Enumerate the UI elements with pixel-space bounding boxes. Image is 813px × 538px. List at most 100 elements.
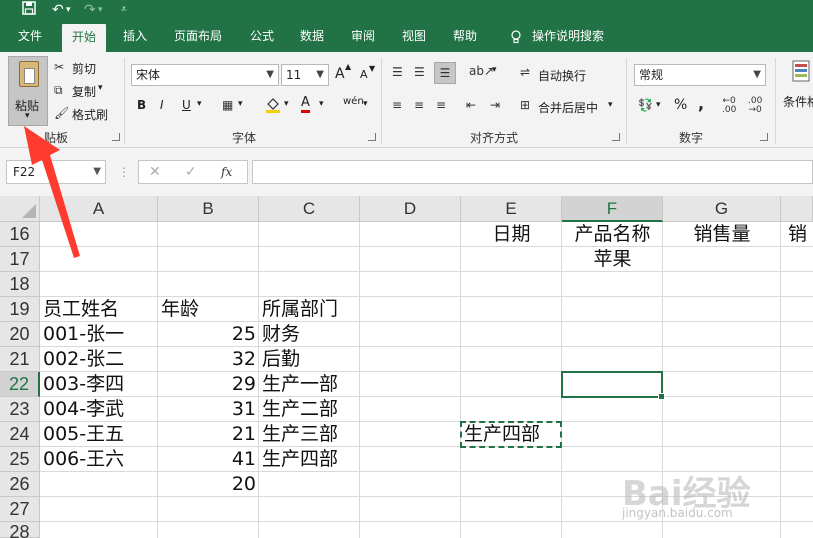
column-header-c[interactable]: C — [259, 196, 360, 222]
clipboard-launcher-icon[interactable] — [112, 133, 120, 141]
cell-c25[interactable]: 生产四部 — [259, 447, 360, 472]
percent-button[interactable]: % — [674, 97, 687, 113]
underline-dropdown-icon[interactable]: ▾ — [197, 99, 202, 109]
font-name-select[interactable]: 宋体 ▼ — [131, 64, 279, 86]
font-size-select[interactable]: 11 ▼ — [281, 64, 329, 86]
cell-c19[interactable]: 所属部门 — [259, 297, 360, 322]
align-center-icon[interactable]: ≡ — [414, 97, 424, 113]
tab-insert[interactable]: 插入 — [113, 20, 157, 52]
border-icon[interactable]: ▦ — [222, 97, 233, 113]
tab-home[interactable]: 开始 — [62, 24, 107, 52]
align-left-icon[interactable]: ≡ — [392, 97, 402, 113]
formula-input[interactable] — [252, 160, 813, 184]
tab-view[interactable]: 视图 — [392, 20, 436, 52]
cell-a24[interactable]: 005-王五 — [40, 422, 158, 447]
undo-icon[interactable]: ↶ — [52, 1, 64, 19]
paste-dropdown-icon[interactable]: ▾ — [25, 111, 30, 121]
increase-indent-icon[interactable]: ⇥ — [490, 97, 500, 113]
tab-formulas[interactable]: 公式 — [240, 20, 284, 52]
merge-center-button[interactable]: 合并后居中 — [538, 99, 598, 116]
column-header-f[interactable]: F — [562, 196, 663, 222]
copy-icon[interactable]: ⧉ — [54, 82, 63, 98]
grow-font-button[interactable]: A — [335, 66, 345, 82]
worksheet-grid[interactable]: A B C D E F G 16 17 18 19 20 21 22 23 24… — [0, 196, 813, 538]
font-launcher-icon[interactable] — [368, 133, 376, 141]
conditional-formatting-icon[interactable] — [792, 60, 810, 86]
phonetic-button[interactable]: wén — [343, 96, 364, 107]
row-header-17[interactable]: 17 — [0, 247, 40, 272]
cancel-icon[interactable]: ✕ — [149, 164, 161, 180]
cell-f16[interactable]: 产品名称 — [562, 222, 663, 247]
cell-c22[interactable]: 生产一部 — [259, 372, 360, 397]
row-header-18[interactable]: 18 — [0, 272, 40, 297]
cell-c24[interactable]: 生产三部 — [259, 422, 360, 447]
row-header-22[interactable]: 22 — [0, 372, 40, 397]
tell-me-search[interactable]: 操作说明搜索 — [522, 20, 614, 52]
align-middle-icon[interactable]: ☰ — [414, 64, 425, 80]
merge-dropdown-icon[interactable]: ▾ — [608, 100, 613, 110]
copy-button[interactable]: 复制 — [72, 83, 96, 100]
row-header-19[interactable]: 19 — [0, 297, 40, 322]
row-header-25[interactable]: 25 — [0, 447, 40, 472]
paste-button[interactable]: 粘贴 ▾ — [8, 56, 48, 126]
column-header-h[interactable] — [781, 196, 813, 222]
undo-dropdown-icon[interactable]: ▾ — [66, 1, 71, 19]
font-color-dropdown-icon[interactable]: ▾ — [319, 99, 324, 109]
column-header-g[interactable]: G — [663, 196, 781, 222]
insert-function-icon[interactable]: fx — [221, 164, 232, 180]
copy-dropdown-icon[interactable]: ▾ — [98, 83, 103, 93]
currency-dropdown-icon[interactable]: ▾ — [656, 100, 661, 110]
border-dropdown-icon[interactable]: ▾ — [238, 99, 243, 109]
decrease-indent-icon[interactable]: ⇤ — [466, 97, 476, 113]
redo-icon[interactable]: ↷ — [84, 1, 96, 19]
cell-b21[interactable]: 32 — [158, 347, 259, 372]
cell-h16[interactable]: 销 — [785, 222, 813, 247]
phonetic-dropdown-icon[interactable]: ▾ — [363, 99, 368, 109]
tab-data[interactable]: 数据 — [290, 20, 334, 52]
cell-b22[interactable]: 29 — [158, 372, 259, 397]
cell-b26[interactable]: 20 — [158, 472, 259, 497]
cell-a25[interactable]: 006-王六 — [40, 447, 158, 472]
merge-center-icon[interactable]: ⊞ — [520, 97, 530, 113]
align-bottom-icon[interactable]: ☰ — [434, 62, 456, 84]
cell-a22[interactable]: 003-李四 — [40, 372, 158, 397]
tab-review[interactable]: 审阅 — [341, 20, 385, 52]
column-header-e[interactable]: E — [461, 196, 562, 222]
enter-check-icon[interactable]: ✓ — [185, 164, 197, 180]
increase-decimal-icon[interactable]: ←0.00 — [722, 97, 736, 115]
font-color-button[interactable]: A — [301, 96, 310, 113]
comma-button[interactable]: , — [698, 94, 704, 113]
scissors-icon[interactable]: ✂ — [54, 59, 64, 75]
alignment-launcher-icon[interactable] — [612, 133, 620, 141]
align-top-icon[interactable]: ☰ — [392, 64, 403, 80]
cell-b19[interactable]: 年龄 — [158, 297, 259, 322]
conditional-formatting-button[interactable]: 条件格 — [783, 93, 813, 110]
number-format-select[interactable]: 常规 ▼ — [634, 64, 766, 86]
save-icon[interactable] — [22, 1, 36, 20]
tab-file[interactable]: 文件 — [8, 20, 52, 52]
wrap-text-icon[interactable]: ⇌ — [520, 64, 530, 80]
shrink-font-button[interactable]: A — [360, 68, 368, 81]
bold-button[interactable]: B — [137, 98, 146, 112]
name-box[interactable]: F22 ▼ — [6, 160, 106, 184]
cell-a23[interactable]: 004-李武 — [40, 397, 158, 422]
underline-button[interactable]: U — [182, 98, 191, 112]
row-header-21[interactable]: 21 — [0, 347, 40, 372]
decrease-decimal-icon[interactable]: .00 →0 — [748, 97, 762, 115]
number-launcher-icon[interactable] — [760, 133, 768, 141]
align-right-icon[interactable]: ≡ — [436, 97, 446, 113]
cell-a21[interactable]: 002-张二 — [40, 347, 158, 372]
format-painter-icon[interactable]: 🖌 — [54, 105, 69, 121]
cell-c21[interactable]: 后勤 — [259, 347, 360, 372]
cell-b24[interactable]: 21 — [158, 422, 259, 447]
select-all-button[interactable] — [0, 196, 40, 222]
column-header-b[interactable]: B — [158, 196, 259, 222]
customize-icon[interactable]: ⩡ — [121, 1, 127, 19]
cell-b25[interactable]: 41 — [158, 447, 259, 472]
fill-dropdown-icon[interactable]: ▾ — [284, 99, 289, 109]
column-header-a[interactable]: A — [40, 196, 158, 222]
row-header-16[interactable]: 16 — [0, 222, 40, 247]
row-header-23[interactable]: 23 — [0, 397, 40, 422]
format-painter-button[interactable]: 格式刷 — [72, 106, 108, 123]
fill-color-icon[interactable] — [265, 96, 281, 118]
